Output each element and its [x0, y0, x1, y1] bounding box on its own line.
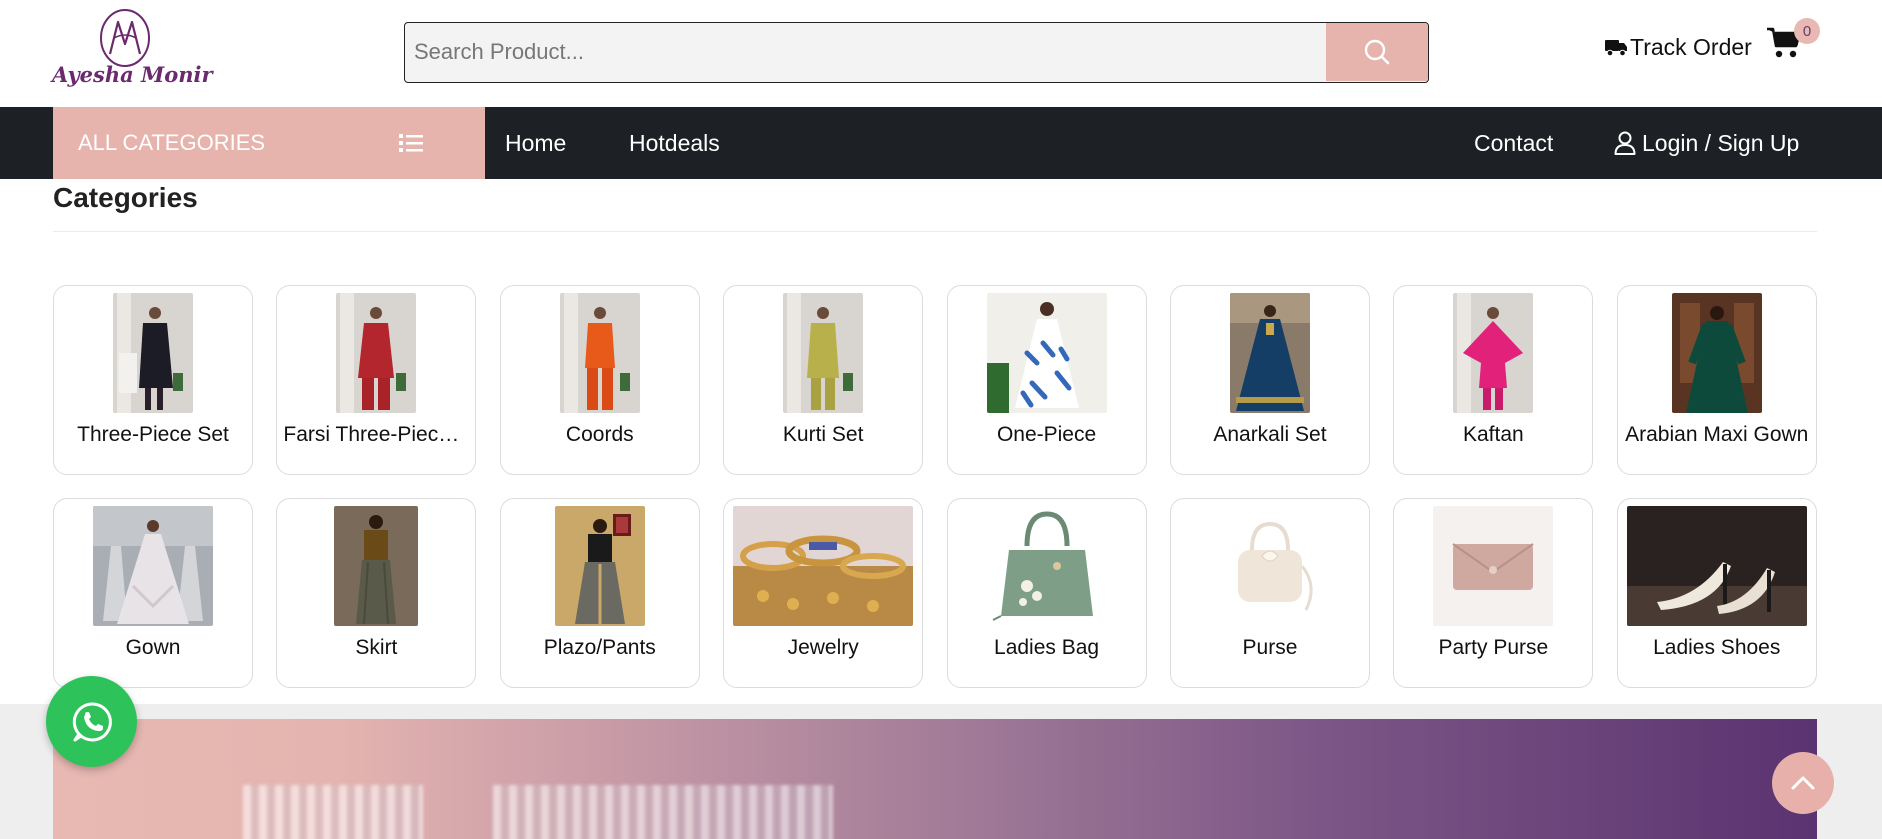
chevron-up-icon [1791, 776, 1815, 790]
category-card[interactable]: One-Piece [946, 285, 1147, 475]
category-card[interactable]: Party Purse [1393, 498, 1594, 688]
category-card[interactable]: Kaftan [1393, 285, 1594, 475]
category-label: Purse [1242, 636, 1298, 659]
category-card[interactable]: Farsi Three-Piece ... [276, 285, 477, 475]
nav-hotdeals-link[interactable]: Hotdeals [629, 107, 720, 179]
cart-button[interactable]: 0 [1766, 18, 1820, 62]
scroll-to-top-button[interactable] [1772, 752, 1834, 814]
category-card[interactable]: Arabian Maxi Gown [1616, 285, 1817, 475]
product-thumbnail [1453, 293, 1534, 413]
category-card[interactable]: Coords [499, 285, 700, 475]
cart-count-badge: 0 [1794, 18, 1820, 44]
section-title: Categories [53, 182, 198, 213]
category-label: Coords [565, 423, 634, 446]
category-label: Farsi Three-Piece ... [283, 423, 474, 446]
category-card[interactable]: Kurti Set [723, 285, 924, 475]
nav-home-link[interactable]: Home [505, 107, 566, 179]
category-label: One-Piece [996, 423, 1097, 446]
whatsapp-button[interactable] [46, 676, 137, 767]
login-signup-link[interactable]: Login / Sign Up [1614, 107, 1799, 179]
nav-contact-link[interactable]: Contact [1474, 107, 1553, 179]
product-thumbnail [733, 506, 914, 626]
category-card[interactable]: Jewelry [723, 498, 924, 688]
category-label: Kurti Set [782, 423, 864, 446]
category-card[interactable]: Plazo/Pants [499, 498, 700, 688]
product-thumbnail [1229, 293, 1310, 413]
all-categories-label: ALL CATEGORIES [78, 130, 266, 155]
brand-logo[interactable]: Ayesha Monir [52, 8, 213, 94]
category-label: Ladies Bag [994, 636, 1100, 659]
search-bar [404, 22, 1429, 83]
product-thumbnail [1209, 506, 1330, 626]
list-icon [399, 134, 423, 152]
category-label: Three-Piece Set [77, 423, 229, 446]
user-icon [1614, 131, 1636, 155]
product-thumbnail [336, 293, 417, 413]
category-label: Kaftan [1462, 423, 1524, 446]
category-card[interactable]: Anarkali Set [1169, 285, 1370, 475]
category-label: Jewelry [787, 636, 859, 659]
product-thumbnail [559, 293, 640, 413]
search-button[interactable] [1326, 23, 1428, 81]
category-label: Arabian Maxi Gown [1625, 423, 1809, 446]
product-thumbnail [783, 293, 864, 413]
product-thumbnail [1671, 293, 1762, 413]
truck-icon [1605, 40, 1627, 57]
category-label: Plazo/Pants [543, 636, 656, 659]
promo-banner[interactable] [53, 719, 1817, 839]
product-thumbnail [1626, 506, 1807, 626]
product-thumbnail [93, 506, 213, 626]
category-label: Party Purse [1438, 636, 1549, 659]
category-label: Skirt [355, 636, 398, 659]
track-order-link[interactable]: Track Order [1604, 32, 1752, 62]
brand-name: Ayesha Monir [52, 62, 213, 87]
category-card[interactable]: Skirt [276, 498, 477, 688]
product-thumbnail [986, 506, 1107, 626]
track-order-label: Track Order [1630, 33, 1752, 60]
category-card[interactable]: Three-Piece Set [53, 285, 253, 475]
product-thumbnail [986, 293, 1107, 413]
login-signup-label: Login / Sign Up [1642, 129, 1800, 156]
banner-image-strip [243, 785, 423, 839]
main-nav: ALL CATEGORIES Home Hotdeals Contact Log… [0, 107, 1882, 179]
product-thumbnail [554, 506, 645, 626]
logo-monogram-icon [100, 9, 150, 67]
category-label: Anarkali Set [1213, 423, 1327, 446]
category-card[interactable]: Purse [1169, 498, 1370, 688]
product-thumbnail [334, 506, 419, 626]
category-label: Ladies Shoes [1653, 636, 1781, 659]
category-card[interactable]: Ladies Shoes [1616, 498, 1817, 688]
product-thumbnail [1433, 506, 1554, 626]
category-card[interactable]: Ladies Bag [946, 498, 1147, 688]
section-divider [53, 231, 1817, 232]
banner-image-strip [493, 785, 833, 839]
category-label: Gown [125, 636, 181, 659]
search-icon [1364, 39, 1390, 65]
product-thumbnail [113, 293, 193, 413]
category-card[interactable]: Gown [53, 498, 253, 688]
site-header: Ayesha Monir Track Order 0 [0, 0, 1882, 107]
search-input[interactable] [405, 23, 1325, 81]
whatsapp-icon [72, 701, 112, 741]
all-categories-button[interactable]: ALL CATEGORIES [53, 107, 485, 179]
category-grid: Three-Piece Set Farsi Three-Piece ... Co… [53, 285, 1817, 688]
